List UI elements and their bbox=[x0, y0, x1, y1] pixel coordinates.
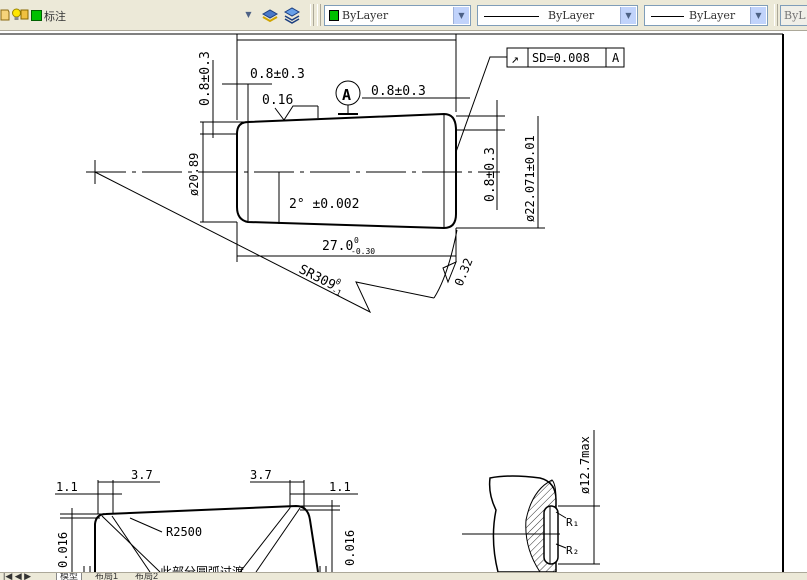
dim-left: 1.1 bbox=[56, 480, 78, 494]
dim-top-horizontal: 0.8±0.3 bbox=[250, 67, 305, 82]
dim-length: 27.0 bbox=[322, 239, 353, 254]
toolbar-grip[interactable] bbox=[317, 4, 321, 26]
tolerance-datum: A bbox=[612, 51, 620, 65]
dim-left-2: 3.7 bbox=[131, 468, 153, 482]
transition-note: 此部分圆弧过渡 bbox=[160, 564, 244, 572]
linetype-preview bbox=[484, 16, 539, 17]
layer-previous-icon[interactable] bbox=[261, 6, 279, 24]
layer-state-icon[interactable] bbox=[0, 8, 10, 21]
dim-diameter-right: ø22.071±0.01 bbox=[523, 135, 537, 222]
chevron-down-icon[interactable]: ▼ bbox=[453, 7, 469, 24]
datum-label: A bbox=[342, 86, 351, 104]
sphere-radius-leader bbox=[94, 171, 435, 314]
cavity bbox=[543, 505, 559, 565]
tolerance-leader bbox=[455, 56, 507, 153]
length-tol-lower: -0.30 bbox=[351, 247, 375, 256]
dim-right: 1.1 bbox=[329, 480, 351, 494]
roughness-symbol bbox=[274, 105, 318, 121]
plotstyle-value: ByL bbox=[784, 9, 806, 22]
properties-toolbar: 标注 ▼ ByLayer ▼ ByLayer ▼ ByLayer ▼ ByL bbox=[0, 0, 807, 31]
diameter-max: ø12.7max bbox=[578, 436, 592, 494]
radius-leader bbox=[239, 507, 291, 573]
dimension-style-value: 标注 bbox=[44, 10, 66, 23]
r2-label: R₂ bbox=[566, 544, 579, 557]
toolbar-separator bbox=[310, 4, 314, 26]
color-value: ByLayer bbox=[342, 9, 389, 22]
dim-right-horizontal: 0.8±0.3 bbox=[371, 84, 426, 99]
chevron-down-icon[interactable]: ▼ bbox=[750, 7, 766, 24]
r1-label: R₁ bbox=[566, 516, 579, 529]
radius-label: R2500 bbox=[166, 525, 202, 539]
chevron-down-icon[interactable]: ▼ bbox=[620, 7, 636, 24]
linetype-value: ByLayer bbox=[548, 9, 595, 22]
lineweight-preview bbox=[651, 16, 684, 17]
length-tol-upper: 0 bbox=[354, 236, 359, 245]
toolbar-separator bbox=[774, 4, 778, 26]
dim-diameter-left: ø20.89 bbox=[187, 153, 201, 196]
lineweight-combo[interactable]: ByLayer ▼ bbox=[644, 5, 768, 26]
color-swatch bbox=[329, 10, 339, 21]
dim-top-vertical: 0.8±0.3 bbox=[198, 51, 213, 106]
linetype-combo[interactable]: ByLayer ▼ bbox=[477, 5, 638, 26]
color-combo[interactable]: ByLayer ▼ bbox=[324, 5, 471, 26]
tolerance-frame: ↗ SD=0.008 A bbox=[506, 47, 625, 68]
profile-outline bbox=[94, 504, 319, 573]
radius-leader bbox=[129, 517, 163, 533]
plotstyle-combo[interactable]: ByL bbox=[780, 5, 807, 26]
surface-roughness: 0.16 bbox=[262, 93, 293, 108]
height-right: 0.016 bbox=[343, 530, 357, 566]
layer-manager-icon[interactable] bbox=[283, 6, 301, 24]
chevron-down-icon[interactable]: ▼ bbox=[241, 6, 256, 23]
roughness-right: 0.32 bbox=[452, 256, 476, 288]
sun-icon[interactable] bbox=[20, 8, 29, 21]
dimension-style-combo[interactable]: 标注 ▼ bbox=[42, 5, 257, 26]
green-square-icon bbox=[31, 10, 42, 21]
dim-right-2: 3.7 bbox=[250, 468, 272, 482]
bottom-left-view bbox=[55, 480, 358, 573]
tolerance-symbol: ↗ bbox=[511, 52, 519, 67]
lineweight-value: ByLayer bbox=[689, 9, 736, 22]
radius-leader bbox=[255, 507, 301, 573]
tolerance-value: SD=0.008 bbox=[532, 51, 590, 65]
angle-tolerance: 2° ±0.002 bbox=[289, 197, 359, 212]
sphere-radius-arc bbox=[433, 229, 458, 299]
height-left: 0.016 bbox=[56, 532, 70, 568]
dim-right-vertical: 0.8±0.3 bbox=[483, 147, 498, 202]
drawing-canvas[interactable]: ↗ SD=0.008 A 0.8±0.3 0.8±0.3 0.16 A 0.8±… bbox=[0, 31, 807, 579]
